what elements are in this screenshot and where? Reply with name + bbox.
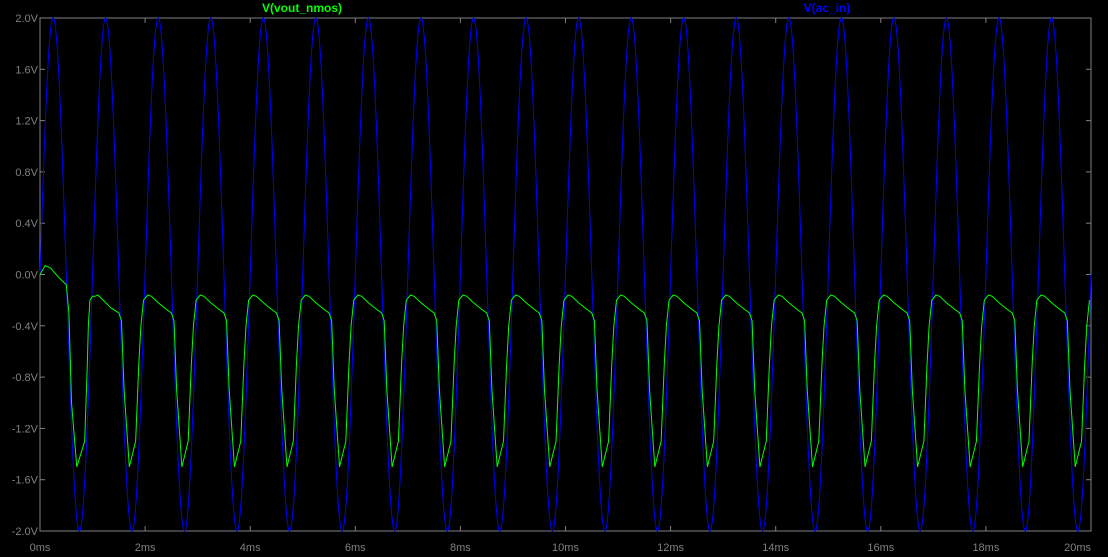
x-tick-label: 0ms (30, 542, 51, 554)
y-tick-label: 1.6V (15, 64, 38, 76)
x-tick-label: 20ms (1064, 542, 1091, 554)
y-tick-label: -0.4V (12, 321, 39, 333)
x-tick-label: 12ms (657, 542, 684, 554)
y-tick-label: 1.2V (15, 116, 38, 128)
y-tick-label: -0.8V (12, 372, 39, 384)
x-tick-label: 18ms (972, 542, 999, 554)
y-tick-label: 0.4V (15, 218, 38, 230)
x-tick-label: 8ms (450, 542, 471, 554)
legend-label-ac-in: V(ac_in) (804, 1, 851, 15)
y-tick-label: 0.0V (15, 270, 38, 282)
x-tick-label: 14ms (762, 542, 789, 554)
y-tick-label: -1.2V (12, 423, 39, 435)
x-tick-label: 16ms (867, 542, 894, 554)
y-tick-label: 2.0V (15, 13, 38, 25)
x-tick-label: 10ms (552, 542, 579, 554)
x-tick-label: 6ms (345, 542, 366, 554)
legend-label-vout-nmos: V(vout_nmos) (262, 1, 342, 15)
x-tick-label: 4ms (240, 542, 261, 554)
plot-area: 2.0V 1.6V 1.2V 0.8V 0.4V 0.0V -0.4V -0.8V -1.2V -… (0, 0, 1108, 557)
y-tick-label: -1.6V (12, 475, 39, 487)
y-tick-label: 0.8V (15, 167, 38, 179)
x-tick-label: 2ms (135, 542, 156, 554)
y-tick-label: -2.0V (12, 526, 39, 538)
plot-background (0, 0, 1108, 557)
